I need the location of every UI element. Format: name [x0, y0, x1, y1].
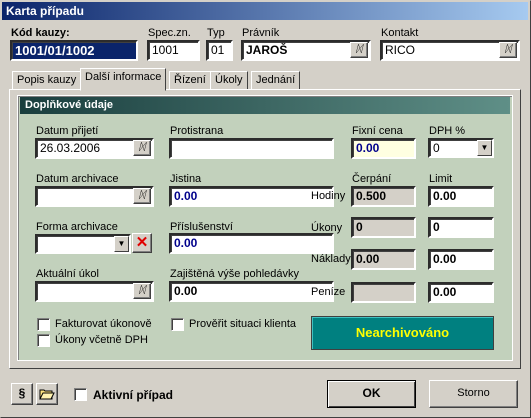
tab-popis-kauzy[interactable]: Popis kauzy	[12, 71, 82, 91]
hodiny-label: Hodiny	[311, 190, 346, 202]
aktivni-pripad-checkbox[interactable]	[74, 388, 87, 401]
aktualni-ukol-pick-icon[interactable]: ᛞ	[133, 283, 151, 299]
kod-kauzy-label: Kód kauzy:	[11, 27, 70, 39]
naklady-limit-input[interactable]: 0.00	[428, 249, 494, 270]
penize-label: Peníze	[311, 286, 346, 298]
naklady-label: Náklady	[311, 253, 351, 265]
zajistena-input[interactable]: 0.00	[169, 281, 334, 302]
storno-button[interactable]: Storno	[429, 380, 518, 408]
limit-label: Limit	[429, 173, 453, 185]
paragraph-button[interactable]: §	[11, 383, 33, 405]
cerpani-label: Čerpání	[352, 173, 392, 185]
ukony-label: Úkony	[311, 222, 343, 234]
proverit-checkbox[interactable]	[171, 318, 184, 331]
kod-kauzy-input[interactable]: 1001/01/1002	[10, 40, 138, 61]
archive-status-badge: Nearchivováno	[311, 316, 494, 350]
dph-label: DPH %	[429, 125, 466, 137]
typ-input[interactable]: 01	[206, 40, 233, 61]
datum-archivace-label: Datum archivace	[36, 173, 119, 185]
kontakt-label: Kontakt	[381, 27, 419, 39]
prislusenstvi-input[interactable]: 0.00	[169, 233, 334, 254]
title-bar: Karta případu	[2, 2, 528, 20]
penize-limit-input[interactable]: 0.00	[428, 282, 494, 303]
aktivni-pripad-label: Aktivní případ	[93, 388, 174, 402]
proverit-label: Prověřit situaci klienta	[189, 318, 296, 330]
pravnik-pick-icon[interactable]: ᛞ	[350, 42, 368, 58]
ukony-dph-checkbox[interactable]	[37, 334, 50, 347]
pravnik-label: Právník	[242, 27, 280, 39]
fakturovat-label: Fakturovat úkonově	[55, 318, 152, 330]
folder-open-icon[interactable]	[36, 383, 58, 405]
zajistena-label: Zajištěná výše pohledávky	[170, 268, 300, 280]
typ-label: Typ	[207, 27, 225, 39]
prislusenstvi-label: Příslušenství	[170, 221, 233, 233]
tab-jednani[interactable]: Jednání	[251, 71, 301, 91]
spec-zn-label: Spec.zn.	[148, 27, 191, 39]
protistrana-label: Protistrana	[170, 125, 224, 137]
penize-cerpani-value	[351, 282, 416, 303]
aktualni-ukol-label: Aktuální úkol	[36, 268, 99, 280]
chevron-down-icon[interactable]: ▼	[114, 236, 129, 252]
kontakt-pick-icon[interactable]: ᛞ	[499, 42, 517, 58]
hodiny-limit-input[interactable]: 0.00	[428, 186, 494, 207]
chevron-down-icon[interactable]: ▼	[477, 140, 492, 156]
tab-dalsi-informace[interactable]: Další informace	[80, 68, 167, 91]
tab-rizeni[interactable]: Řízení	[169, 71, 211, 91]
spec-zn-input[interactable]: 1001	[147, 40, 200, 61]
datum-archivace-calendar-icon[interactable]: ᛞ	[133, 188, 151, 204]
fixni-cena-label: Fixní cena	[352, 125, 403, 137]
ok-button[interactable]: OK	[327, 380, 416, 408]
ukony-dph-label: Úkony včetně DPH	[55, 334, 148, 346]
group-title: Doplňkové údaje	[20, 97, 510, 114]
ukony-limit-input[interactable]: 0	[428, 217, 494, 238]
fakturovat-checkbox[interactable]	[37, 318, 50, 331]
datum-prijeti-label: Datum přijetí	[36, 125, 99, 137]
naklady-cerpani-value: 0.00	[351, 249, 416, 270]
fixni-cena-input[interactable]: 0.00	[351, 138, 416, 159]
ukony-cerpani-value: 0	[351, 217, 416, 238]
clear-icon[interactable]: ✕	[132, 233, 152, 253]
tab-ukoly[interactable]: Úkoly	[210, 71, 248, 91]
forma-archivace-label: Forma archivace	[36, 221, 118, 233]
jistina-input[interactable]: 0.00	[169, 186, 334, 207]
datum-prijeti-calendar-icon[interactable]: ᛞ	[133, 140, 151, 156]
protistrana-input[interactable]	[169, 138, 334, 159]
hodiny-cerpani-value: 0.500	[351, 186, 416, 207]
jistina-label: Jistina	[170, 173, 202, 185]
